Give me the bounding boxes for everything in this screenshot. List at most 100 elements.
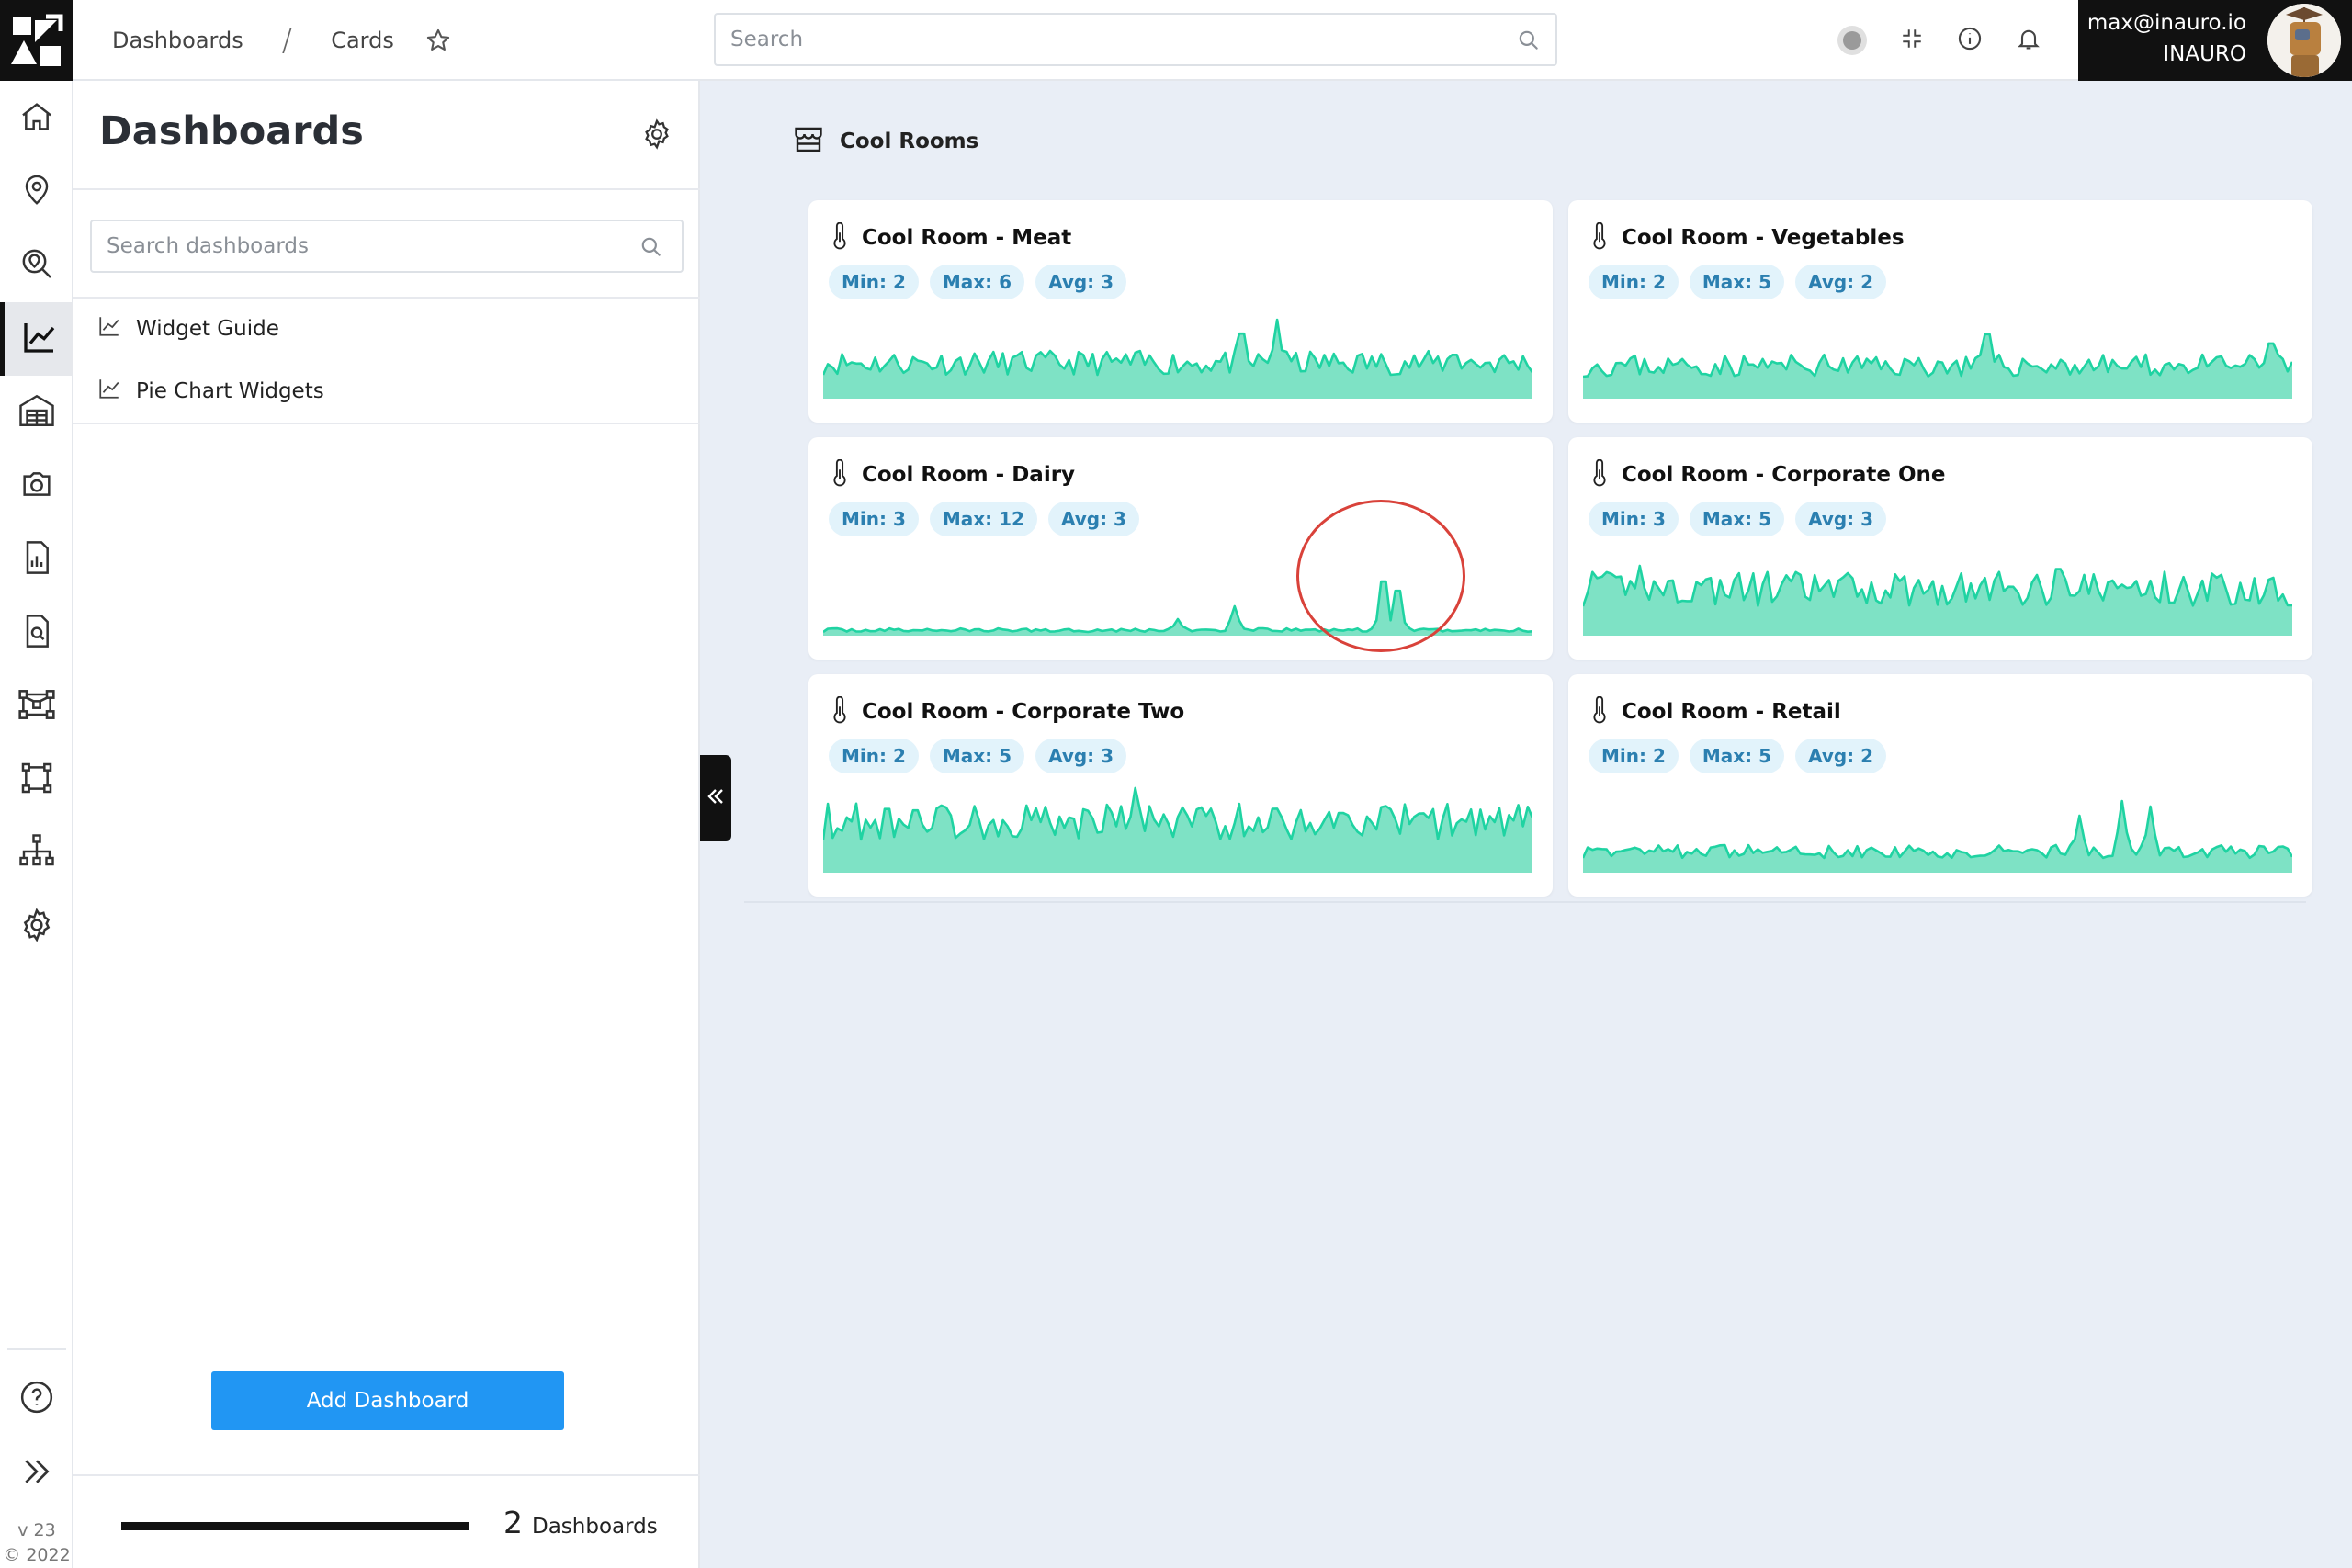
collapse-panel-button[interactable] <box>700 755 731 841</box>
max-chip: Max: 5 <box>929 739 1025 773</box>
warehouse-icon <box>17 391 56 434</box>
avg-chip: Avg: 3 <box>1047 502 1139 536</box>
min-chip: Min: 2 <box>1589 739 1679 773</box>
search-icon[interactable] <box>1517 28 1541 56</box>
stats-chips: Min: 2 Max: 5 Avg: 2 <box>1589 739 1887 773</box>
camera-icon <box>18 466 55 506</box>
thermometer-icon <box>1590 221 1609 254</box>
sparkline <box>1583 333 2292 399</box>
card-title: Cool Room - Corporate Two <box>862 700 1185 724</box>
page-title: Dashboards <box>99 108 364 154</box>
card-header: Cool Room - Corporate Two <box>831 695 1185 728</box>
sparkline <box>823 318 1532 399</box>
avg-chip: Avg: 2 <box>1795 739 1887 773</box>
add-dashboard-button[interactable]: Add Dashboard <box>211 1371 564 1430</box>
dashboard-count-label: Dashboards <box>532 1515 658 1539</box>
stats-chips: Min: 3 Max: 5 Avg: 3 <box>1589 502 1887 536</box>
chart-line-icon <box>97 314 121 344</box>
thermometer-icon <box>831 221 849 254</box>
card-header: Cool Room - Dairy <box>831 458 1076 491</box>
dashboard-item-label: Pie Chart Widgets <box>136 379 324 403</box>
dashboard-search-input[interactable] <box>92 221 682 271</box>
compress-icon[interactable] <box>1900 27 1924 54</box>
panel-divider <box>74 423 700 424</box>
sensor-card[interactable]: Cool Room - Corporate One Min: 3 Max: 5 Avg… <box>1568 437 2312 660</box>
nav-documents[interactable] <box>0 596 74 670</box>
card-header: Cool Room - Corporate One <box>1590 458 1946 491</box>
sensor-card[interactable]: Cool Room - Vegetables Min: 2 Max: 5 Avg: 2 <box>1568 200 2312 423</box>
dashboard-count-number: 2 <box>503 1505 523 1540</box>
max-chip: Max: 5 <box>1689 265 1785 299</box>
nav-cameras[interactable] <box>0 449 74 523</box>
nav-network[interactable] <box>0 670 74 743</box>
sensor-card[interactable]: Cool Room - Meat Min: 2 Max: 6 Avg: 3 <box>808 200 1553 423</box>
nav-zones[interactable] <box>0 743 74 817</box>
nav-hierarchy[interactable] <box>0 817 74 890</box>
double-chevron-left-icon <box>705 785 727 811</box>
panel-settings-icon[interactable] <box>640 118 673 154</box>
card-header: Cool Room - Vegetables <box>1590 221 1905 254</box>
nav-reports[interactable] <box>0 523 74 596</box>
document-search-icon <box>18 613 55 653</box>
dashboard-count: 2 Dashboards <box>503 1505 658 1540</box>
nav-dashboards[interactable] <box>0 302 74 376</box>
nav-home[interactable] <box>0 82 74 155</box>
group-title: Cool Rooms <box>840 130 979 153</box>
avg-chip: Avg: 3 <box>1795 502 1887 536</box>
nav-rail: v 23 © 2022 <box>0 81 74 1568</box>
grid-divider <box>744 901 2306 903</box>
gear-icon <box>18 907 55 947</box>
dashboard-item-widget-guide[interactable]: Widget Guide <box>74 298 700 360</box>
avg-chip: Avg: 3 <box>1035 739 1127 773</box>
sparkline <box>1583 564 2292 636</box>
avatar[interactable] <box>2267 4 2341 77</box>
inauro-logo[interactable] <box>0 0 74 81</box>
nav-locations[interactable] <box>0 155 74 229</box>
sparkline-line <box>1583 799 2292 860</box>
nav-sites[interactable] <box>0 376 74 449</box>
nav-settings[interactable] <box>0 890 74 964</box>
stats-chips: Min: 2 Max: 5 Avg: 2 <box>1589 265 1887 299</box>
breadcrumb-cards: Cards <box>331 28 394 53</box>
sparkline <box>1583 799 2292 873</box>
card-title: Cool Room - Dairy <box>862 463 1076 487</box>
min-chip: Min: 2 <box>829 265 919 299</box>
sensor-card[interactable]: Cool Room - Corporate Two Min: 2 Max: 5 Avg… <box>808 674 1553 897</box>
min-chip: Min: 3 <box>829 502 919 536</box>
nav-help[interactable] <box>0 1362 74 1436</box>
user-menu[interactable]: max@inauro.io INAURO <box>2078 0 2352 81</box>
global-search-input[interactable] <box>716 15 1555 64</box>
hierarchy-icon <box>17 832 56 874</box>
report-icon <box>18 539 55 580</box>
stats-chips: Min: 2 Max: 6 Avg: 3 <box>829 265 1127 299</box>
sparkline <box>823 786 1532 873</box>
card-header: Cool Room - Retail <box>1590 695 1841 728</box>
thermometer-icon <box>1590 458 1609 491</box>
top-bar: Dashboards / Cards max@inauro.io INAURO <box>0 0 2352 81</box>
dashboard-item-label: Widget Guide <box>136 317 279 341</box>
dashboard-item-pie-chart-widgets[interactable]: Pie Chart Widgets <box>74 360 700 423</box>
search-icon[interactable] <box>639 235 663 263</box>
breadcrumb-dashboards[interactable]: Dashboards <box>112 28 243 53</box>
map-search-icon <box>18 245 55 286</box>
polygon-icon <box>18 760 55 800</box>
sensor-card[interactable]: Cool Room - Retail Min: 2 Max: 5 Avg: 2 <box>1568 674 2312 897</box>
thermometer-icon <box>1590 695 1609 728</box>
star-icon[interactable] <box>425 28 451 53</box>
card-title: Cool Room - Vegetables <box>1622 226 1905 250</box>
sparkline-area <box>1583 801 2292 873</box>
bell-icon[interactable] <box>2016 26 2041 55</box>
store-icon <box>792 123 825 160</box>
sparkline-area <box>823 320 1532 399</box>
connection-status-icon[interactable] <box>1838 26 1867 55</box>
thermometer-icon <box>831 695 849 728</box>
home-icon <box>18 98 55 139</box>
nav-explore[interactable] <box>0 229 74 302</box>
nav-expand[interactable] <box>0 1437 74 1510</box>
version-label: v 23 <box>17 1520 56 1540</box>
min-chip: Min: 3 <box>1589 502 1679 536</box>
chart-line-icon <box>97 377 121 406</box>
help-icon <box>18 1379 55 1419</box>
info-icon[interactable] <box>1957 26 1983 55</box>
card-title: Cool Room - Corporate One <box>1622 463 1946 487</box>
